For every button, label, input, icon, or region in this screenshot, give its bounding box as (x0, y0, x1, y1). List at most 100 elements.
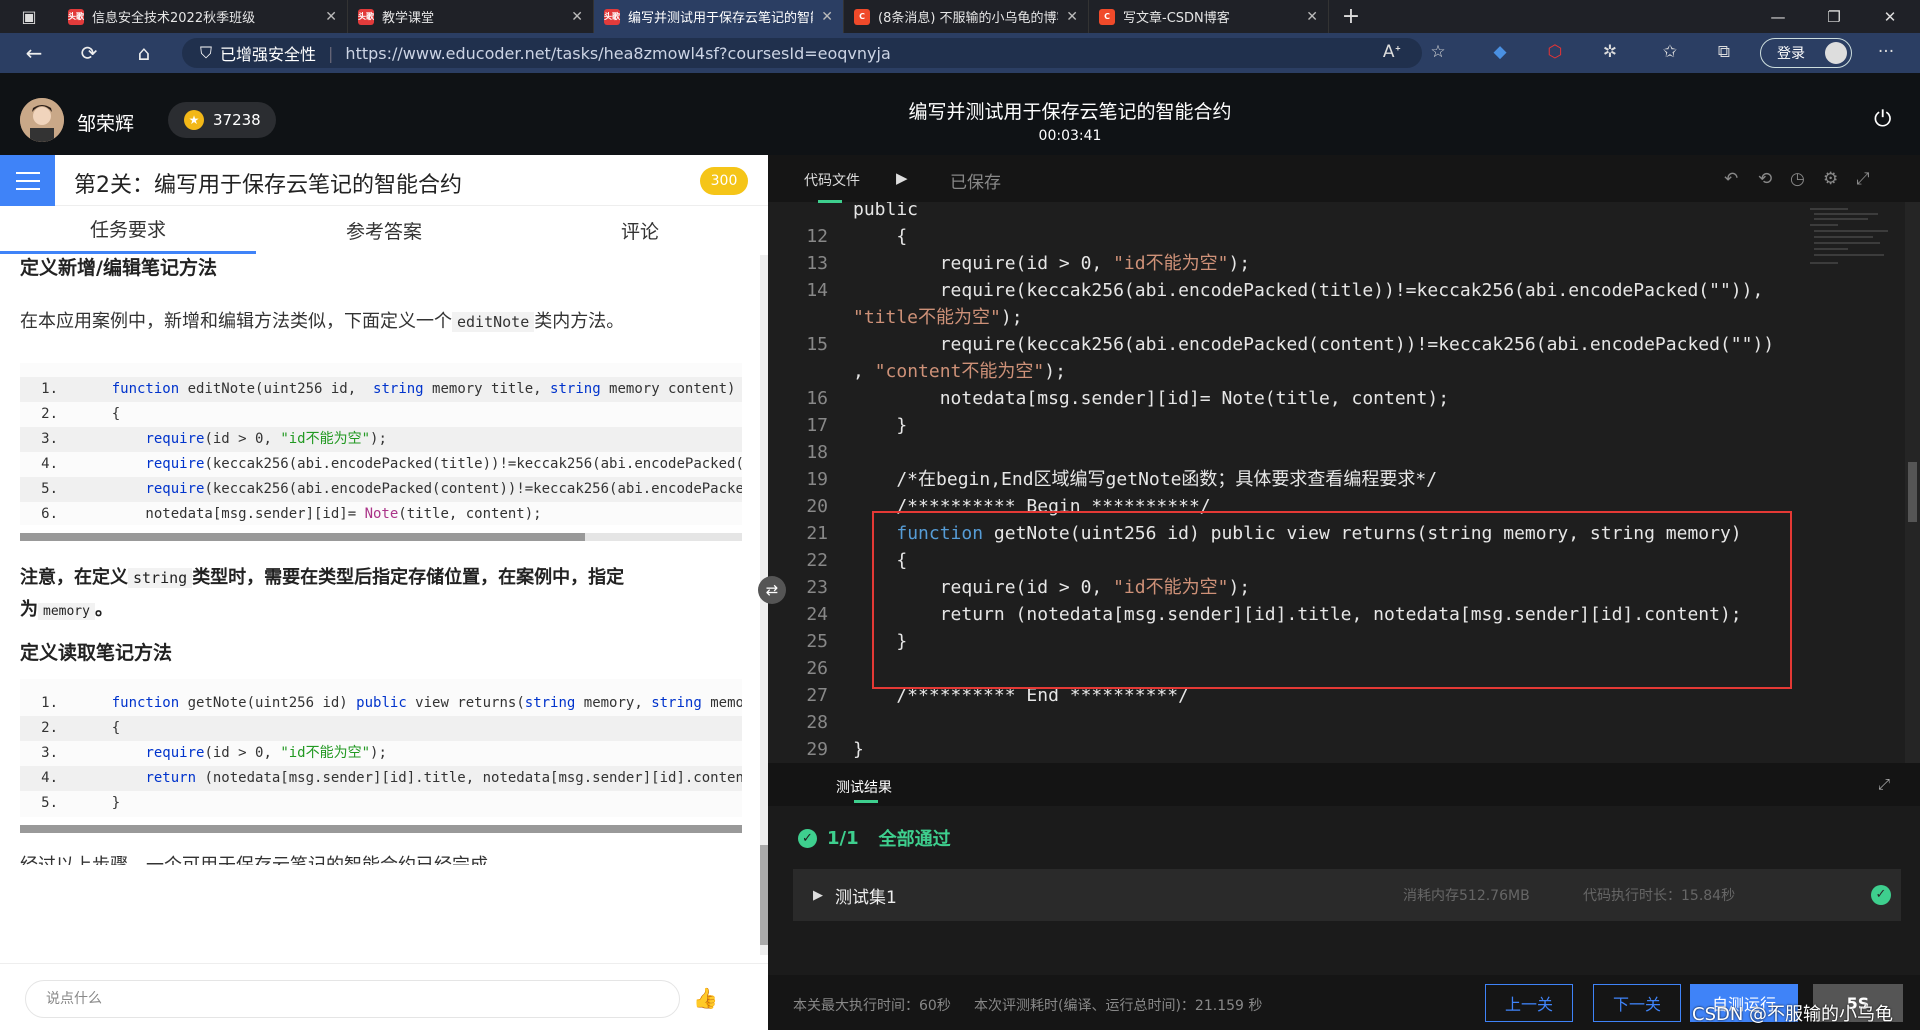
panel-swap-icon[interactable]: ⇄ (758, 576, 786, 604)
comment-input[interactable]: 说点什么 (25, 980, 680, 1018)
login-label: 登录 (1777, 46, 1805, 62)
memory-usage: 消耗内存512.76MB (1403, 888, 1530, 904)
browser-tab[interactable]: 头歌 信息安全技术2022秋季班级 ✕ (58, 0, 348, 33)
coin-icon: ★ (184, 110, 204, 130)
close-icon[interactable]: ✕ (1066, 9, 1078, 25)
undo-icon[interactable]: ↶ (1724, 169, 1738, 189)
address-toolbar: ← ⟳ ⌂ ⛉ 已增强安全性 | https://www.educoder.ne… (0, 33, 1920, 73)
prev-level-button[interactable]: 上一关 (1485, 984, 1573, 1022)
task-title: 编写并测试用于保存云笔记的智能合约 (908, 101, 1232, 123)
separator: | (328, 43, 334, 63)
check-circle-icon: ✓ (1871, 885, 1891, 905)
pass-summary: ✓ 1/1 全部通过 (798, 825, 951, 851)
home-icon[interactable]: ⌂ (120, 33, 168, 73)
tab-title: 写文章-CSDN博客 (1123, 11, 1230, 26)
timer: 00:03:41 (1038, 128, 1102, 144)
tab-actions-icon[interactable]: ▣ (0, 0, 58, 33)
truncated-paragraph: 经过以上步骤，一个可用于保存云笔记的智能合约已经完成。 (20, 851, 506, 865)
tab-comments[interactable]: 评论 (512, 206, 768, 254)
browser-tab[interactable]: 头歌 教学课堂 ✕ (348, 0, 594, 33)
menu-icon[interactable] (0, 155, 55, 206)
code-block-getnote: 1. function getNote(uint256 id) public v… (20, 679, 742, 817)
coin-balance: ★ 37238 (168, 102, 276, 138)
username: 邹荣辉 (77, 113, 135, 135)
tab-reference-answer[interactable]: 参考答案 (256, 206, 512, 254)
csdn-favicon-icon: C (1099, 8, 1115, 25)
results-header: 测试结果 ⤢ (768, 763, 1920, 806)
back-arrow-icon[interactable]: ← (10, 33, 58, 73)
tab-title: 信息安全技术2022秋季班级 (92, 11, 256, 26)
extension-adblock-icon[interactable]: ⬡ (1541, 40, 1569, 64)
editor-scrollbar[interactable] (1905, 202, 1920, 763)
highlight-box (872, 511, 1792, 689)
fullscreen-icon[interactable]: ⤢ (1856, 169, 1870, 189)
task-content: 定义新增/编辑笔记方法 在本应用案例中，新增和编辑方法类似，下面定义一个 edit… (0, 255, 760, 955)
add-favorite-icon[interactable]: ☆ (1424, 40, 1452, 64)
toutiao-favicon-icon: 头歌 (604, 8, 620, 25)
code-editor: 代码文件 ▶ 已保存 ↶ ⟲ ◷ ⚙ ⤢ public 12 { 13 requ… (768, 155, 1920, 763)
history-icon[interactable]: ◷ (1790, 169, 1805, 189)
toutiao-favicon-icon: 头歌 (358, 8, 374, 25)
level-title: 第2关：编写用于保存云笔记的智能合约 (74, 173, 462, 198)
extensions-icon[interactable]: ✲ (1596, 40, 1624, 64)
saved-status: 已保存 (950, 173, 1001, 193)
play-icon[interactable]: ▶ (896, 169, 908, 187)
execution-duration: 代码执行时长：15.84秒 (1583, 888, 1736, 904)
code-minimap[interactable] (1808, 205, 1898, 275)
reload-icon[interactable]: ⟳ (65, 33, 113, 73)
pass-count: 1/1 (827, 827, 859, 849)
comment-bar: 说点什么 👍 (0, 963, 768, 1030)
eval-time: 本次评测耗时(编译、运行总时间)：21.159 秒 (974, 998, 1263, 1014)
expand-icon[interactable]: ⤢ (1878, 775, 1890, 793)
restore-icon[interactable]: ❐ (1806, 0, 1862, 33)
tab-title: 教学课堂 (382, 11, 435, 26)
watermark: CSDN @不服输的小乌龟 (1692, 1004, 1894, 1025)
close-icon[interactable]: ✕ (571, 9, 583, 25)
close-icon[interactable]: ✕ (325, 9, 337, 25)
results-title[interactable]: 测试结果 (836, 777, 892, 803)
security-label: 已增强安全性 (220, 45, 317, 64)
test-set-row[interactable]: ▶ 测试集1 消耗内存512.76MB 代码执行时长：15.84秒 ✓ (793, 869, 1901, 921)
code-scrollbar[interactable] (20, 533, 742, 541)
tab-requirements[interactable]: 任务要求 (0, 206, 256, 254)
vertical-scrollbar[interactable] (760, 255, 768, 955)
browser-tab[interactable]: C (8条消息) 不服输的小乌龟的博客 ✕ (844, 0, 1089, 33)
tab-title: 编写并测试用于保存云笔记的智能 (628, 11, 814, 26)
new-tab-icon[interactable]: + (1329, 4, 1373, 29)
level-header: 第2关：编写用于保存云笔记的智能合约 300 (0, 155, 768, 206)
refresh-icon[interactable]: ⟲ (1758, 169, 1772, 189)
minimize-icon[interactable]: — (1750, 0, 1806, 33)
url-text[interactable]: https://www.educoder.net/tasks/hea8zmowl… (345, 44, 890, 63)
note-paragraph: 注意，在定义 string 类型时，需要在类型后指定存储位置，在案例中，指定 (20, 567, 625, 588)
expand-triangle-icon[interactable]: ▶ (813, 888, 823, 903)
task-tabs: 任务要求 参考答案 评论 (0, 206, 768, 254)
avatar[interactable] (20, 98, 64, 142)
pass-label: 全部通过 (878, 829, 951, 850)
app-header: 邹荣辉 ★ 37238 编写并测试用于保存云笔记的智能合约 00:03:41 ⏻ (0, 73, 1920, 155)
extension-icon[interactable]: ◆ (1486, 40, 1514, 64)
editor-toolbar: 代码文件 ▶ 已保存 ↶ ⟲ ◷ ⚙ ⤢ (768, 155, 1920, 203)
code-file-tab[interactable]: 代码文件 (804, 170, 860, 203)
code-scrollbar[interactable] (20, 825, 742, 833)
collections-icon[interactable]: ⧉ (1710, 40, 1738, 64)
login-button[interactable]: 登录 (1760, 38, 1852, 68)
coin-count: 37238 (213, 111, 261, 129)
address-bar[interactable]: ⛉ 已增强安全性 | https://www.educoder.net/task… (182, 38, 1422, 68)
next-level-button[interactable]: 下一关 (1593, 984, 1681, 1022)
window-close-icon[interactable]: ✕ (1862, 0, 1918, 33)
browser-tab[interactable]: C 写文章-CSDN博客 ✕ (1089, 0, 1329, 33)
close-icon[interactable]: ✕ (1306, 9, 1318, 25)
favorites-icon[interactable]: ✩ (1656, 40, 1684, 64)
read-aloud-icon[interactable]: Aᐩ (1378, 40, 1406, 64)
settings-gear-icon[interactable]: ⚙ (1823, 169, 1838, 189)
note-paragraph-line2: 为 memory。 (20, 599, 113, 620)
close-icon[interactable]: ✕ (821, 9, 833, 25)
test-results-panel: 测试结果 ⤢ ✓ 1/1 全部通过 ▶ 测试集1 消耗内存512.76MB 代码… (768, 763, 1920, 1030)
task-panel: 第2关：编写用于保存云笔记的智能合约 300 任务要求 参考答案 评论 定义新增… (0, 155, 768, 1030)
thumbs-up-icon[interactable]: 👍 (693, 986, 718, 1010)
more-icon[interactable]: ··· (1872, 40, 1900, 64)
check-circle-icon: ✓ (798, 828, 817, 848)
power-icon[interactable]: ⏻ (1874, 107, 1891, 132)
max-exec-time: 本关最大执行时间：60秒 (793, 998, 951, 1014)
browser-tab-active[interactable]: 头歌 编写并测试用于保存云笔记的智能 ✕ (594, 0, 844, 33)
